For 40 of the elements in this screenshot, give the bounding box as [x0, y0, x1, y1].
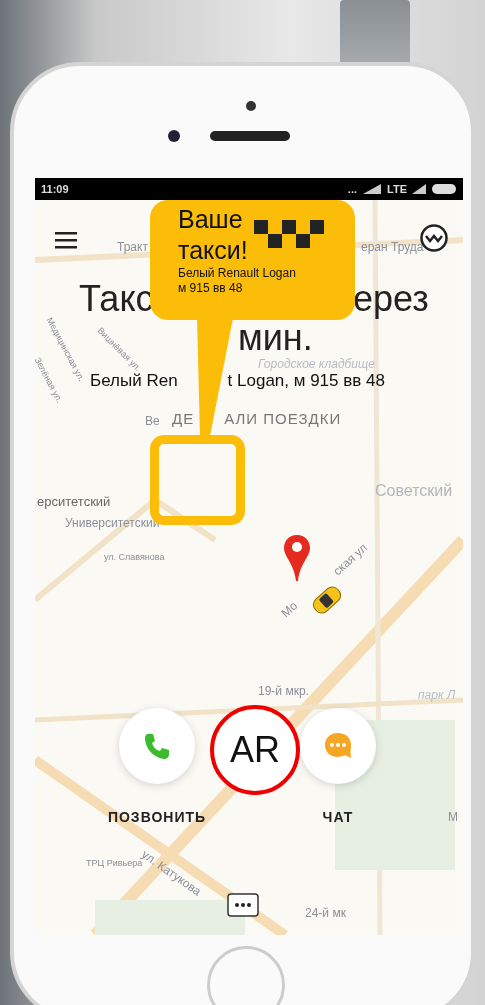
map-label: ТРЦ Ривьера: [86, 858, 143, 868]
signal-icon: [361, 183, 384, 195]
map-label: Советский: [375, 482, 453, 500]
ar-badge: AR: [210, 705, 300, 795]
status-time: 11:09: [41, 183, 69, 195]
title-text: Такс: [79, 278, 154, 320]
map-label: ская ул: [330, 540, 370, 579]
title-text: мин.: [238, 320, 313, 356]
map-label: ул. Славянова: [104, 552, 165, 562]
chat-icon: [323, 731, 353, 761]
callout-detail: м 915 вв 48: [178, 281, 244, 296]
map-label: парк Л: [418, 688, 456, 702]
map-label: Ве: [145, 414, 160, 428]
battery-icon: [431, 183, 457, 195]
car-info-text: Белый Ren t Logan, м 915 вв 48: [90, 371, 385, 391]
map-label: М: [448, 810, 458, 824]
map-pin-icon: [282, 533, 312, 583]
map-label: Мо: [278, 598, 301, 621]
callout-title: Ваше: [178, 204, 244, 235]
menu-icon[interactable]: [55, 231, 77, 249]
map-label: Городское кладбище: [258, 357, 375, 371]
map-label: 24-й мк: [305, 906, 346, 920]
action-label: ПОЗВОНИТЬ: [106, 809, 208, 825]
map-label: Тракт: [117, 240, 148, 254]
phone-icon: [142, 731, 172, 761]
camera-icon: [168, 130, 180, 142]
network-label: LTE: [387, 183, 407, 195]
status-dots: ...: [347, 183, 358, 195]
more-icon[interactable]: [227, 893, 259, 917]
trip-details-button[interactable]: ДЕ АЛИ ПОЕЗДКИ: [172, 410, 342, 427]
map-label: 19-й мкр.: [258, 684, 309, 698]
callout-detail: Белый Renault Logan: [178, 266, 297, 281]
map-label: Университетский: [65, 516, 160, 530]
map-label: еран Труда: [361, 240, 424, 254]
map-label: ерситетский: [37, 494, 111, 509]
action-label: ЧАТ: [321, 809, 355, 825]
signal-icon: [411, 183, 427, 195]
callout-title: такси!: [178, 235, 248, 266]
title-text: ерез: [353, 278, 429, 320]
sensor-icon: [246, 101, 256, 111]
